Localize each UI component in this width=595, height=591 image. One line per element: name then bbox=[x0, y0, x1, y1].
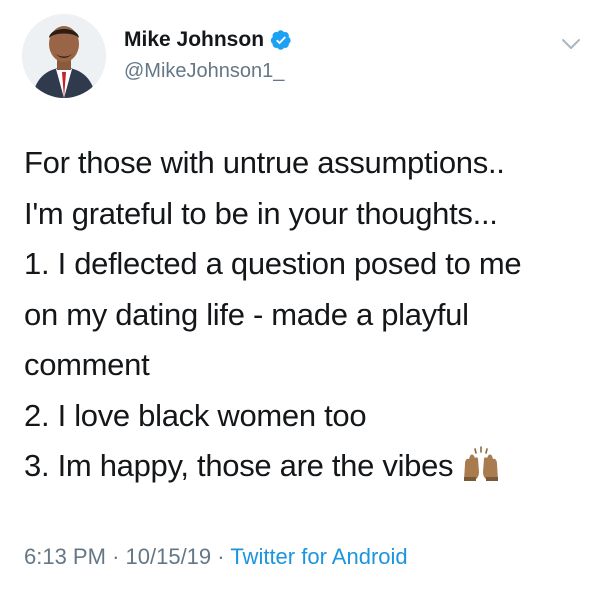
tweet-line-with-emoji: 3. Im happy, those are the vibes bbox=[24, 441, 584, 492]
tweet-line: comment bbox=[24, 347, 150, 382]
author-display-name[interactable]: Mike Johnson bbox=[124, 28, 292, 52]
tweet-line: on my dating life - made a playful bbox=[24, 296, 469, 332]
tweet-line: 2. I love black women too bbox=[24, 397, 367, 433]
tweet-line: I'm grateful to be in your thoughts... bbox=[24, 195, 498, 231]
display-name-text: Mike Johnson bbox=[124, 28, 265, 51]
tweet-line: 1. I deflected a question posed to me bbox=[24, 246, 522, 281]
tweet-line: For those with untrue assumptions.. bbox=[24, 145, 505, 180]
avatar[interactable] bbox=[22, 14, 106, 98]
author-handle[interactable]: @MikeJohnson1_ bbox=[124, 60, 284, 83]
raising-hands-emoji-icon bbox=[464, 446, 499, 481]
profile-photo-icon bbox=[22, 14, 106, 98]
meta-separator: · bbox=[112, 544, 120, 569]
tweet-line-text: 3. Im happy, those are the vibes bbox=[24, 448, 454, 483]
chevron-down-icon[interactable] bbox=[560, 36, 582, 52]
tweet-source-link[interactable]: Twitter for Android bbox=[230, 544, 407, 569]
tweet-text: For those with untrue assumptions.. I'm … bbox=[24, 138, 584, 492]
tweet-time[interactable]: 6:13 PM bbox=[24, 544, 106, 569]
tweet-meta: 6:13 PM · 10/15/19 · Twitter for Android bbox=[24, 544, 408, 570]
tweet-date[interactable]: 10/15/19 bbox=[126, 544, 212, 569]
verified-badge-icon bbox=[270, 30, 291, 50]
meta-separator: · bbox=[217, 544, 225, 569]
